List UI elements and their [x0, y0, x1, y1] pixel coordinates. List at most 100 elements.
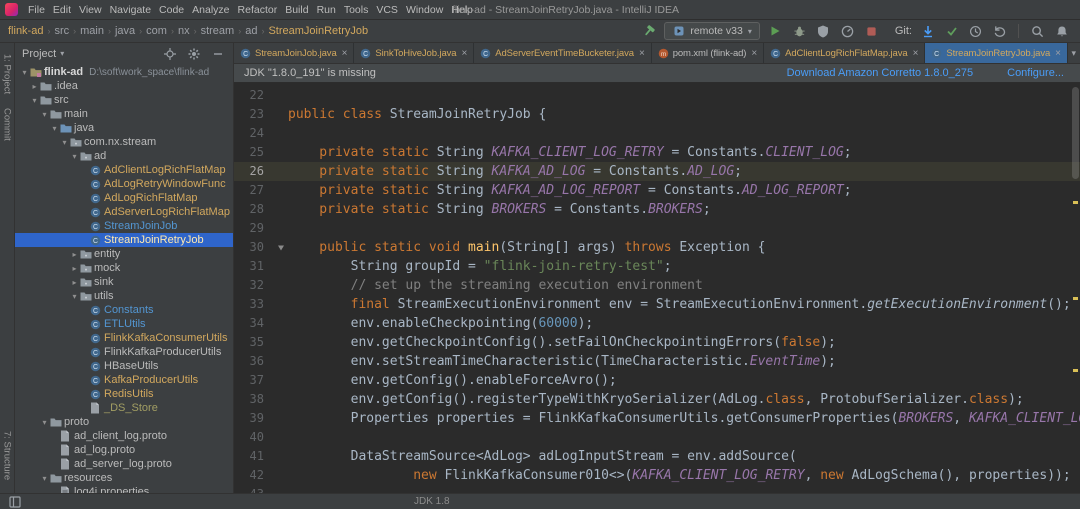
stop-icon[interactable] — [863, 23, 880, 40]
breadcrumb-item[interactable]: nx — [178, 25, 190, 37]
tree-row-hbaseutils[interactable]: C HBaseUtils — [15, 359, 233, 373]
line-number[interactable]: 39 — [234, 409, 274, 428]
tree-row-adserverlogrichflatmap[interactable]: C AdServerLogRichFlatMap — [15, 205, 233, 219]
tree-expanded-arrow-icon[interactable]: ▾ — [49, 124, 60, 133]
tree-row--idea[interactable]: ▸ .idea — [15, 79, 233, 93]
line-number[interactable]: 41 — [234, 447, 274, 466]
tree-row-mock[interactable]: ▸ mock — [15, 261, 233, 275]
line-number[interactable]: 25 — [234, 143, 274, 162]
tree-collapsed-arrow-icon[interactable]: ▸ — [69, 278, 80, 287]
tree-row-log4j-properties[interactable]: log4j.properties — [15, 485, 233, 493]
code-line-38[interactable]: 38 env.getConfig().registerTypeWithKryoS… — [234, 390, 1080, 409]
code-line-40[interactable]: 40 — [234, 428, 1080, 447]
line-number[interactable]: 29 — [234, 219, 274, 238]
breadcrumb-item[interactable]: java — [115, 25, 135, 37]
code-line-23[interactable]: 23 public class StreamJoinRetryJob { — [234, 105, 1080, 124]
tool-button--structure[interactable]: 7: Structure — [2, 431, 13, 480]
project-panel-title[interactable]: Project — [22, 48, 56, 60]
tab-close-icon[interactable]: × — [462, 48, 468, 59]
tree-row-proto[interactable]: ▾ proto — [15, 415, 233, 429]
tree-row-entity[interactable]: ▸ entity — [15, 247, 233, 261]
banner-link-download-amazon-corretto[interactable]: Download Amazon Corretto 1.8.0_275 — [787, 67, 974, 79]
menu-vcs[interactable]: VCS — [372, 4, 402, 16]
notifications-icon[interactable] — [1053, 23, 1070, 40]
menu-edit[interactable]: Edit — [49, 4, 75, 16]
code-line-26[interactable]: 26 private static String KAFKA_AD_LOG = … — [234, 162, 1080, 181]
tree-row-flinkkafkaconsumerutils[interactable]: C FlinkKafkaConsumerUtils — [15, 331, 233, 345]
menu-analyze[interactable]: Analyze — [188, 4, 233, 16]
code-line-24[interactable]: 24 — [234, 124, 1080, 143]
menu-build[interactable]: Build — [281, 4, 312, 16]
coverage-icon[interactable] — [815, 23, 832, 40]
breadcrumb-item[interactable]: flink-ad — [8, 25, 43, 37]
tree-row-ad-client-log-proto[interactable]: ad_client_log.proto — [15, 429, 233, 443]
code-line-31[interactable]: 31 String groupId = "flink-join-retry-te… — [234, 257, 1080, 276]
tree-row-flink-ad[interactable]: ▾ flink-ad D:\soft\work_space\flink-ad — [15, 65, 233, 79]
tree-row-streamjoinretryjob[interactable]: C StreamJoinRetryJob — [15, 233, 233, 247]
code-line-37[interactable]: 37 env.getConfig().enableForceAvro(); — [234, 371, 1080, 390]
line-number[interactable]: 26 — [234, 162, 274, 181]
breadcrumb-item[interactable]: main — [80, 25, 104, 37]
tab-streamjoinjob-java[interactable]: C StreamJoinJob.java × — [234, 43, 355, 63]
tab-adservereventtimebucketer-java[interactable]: C AdServerEventTimeBucketer.java × — [474, 43, 652, 63]
tool-button-commit[interactable]: Commit — [2, 108, 13, 141]
build-hammer-icon[interactable] — [640, 23, 657, 40]
gear-icon[interactable] — [185, 45, 202, 62]
tab-close-icon[interactable]: × — [913, 48, 919, 59]
tab-close-icon[interactable]: × — [342, 48, 348, 59]
tree-row-adlogretrywindowfunc[interactable]: C AdLogRetryWindowFunc — [15, 177, 233, 191]
code-line-35[interactable]: 35 env.getCheckpointConfig().setFailOnCh… — [234, 333, 1080, 352]
code-line-28[interactable]: 28 private static String BROKERS = Const… — [234, 200, 1080, 219]
tab-list-chevron-icon[interactable]: ▾ — [1071, 48, 1076, 59]
tab-pom-xml-flink-ad-[interactable]: m pom.xml (flink-ad) × — [652, 43, 765, 63]
tree-row-redisutils[interactable]: C RedisUtils — [15, 387, 233, 401]
line-number[interactable]: 42 — [234, 466, 274, 485]
line-number[interactable]: 35 — [234, 333, 274, 352]
tree-expanded-arrow-icon[interactable]: ▾ — [69, 292, 80, 301]
profiler-icon[interactable] — [839, 23, 856, 40]
tree-row-src[interactable]: ▾ src — [15, 93, 233, 107]
tab-close-icon[interactable]: × — [1055, 48, 1061, 59]
tree-expanded-arrow-icon[interactable]: ▾ — [59, 138, 70, 147]
tree-row-main[interactable]: ▾ main — [15, 107, 233, 121]
locate-icon[interactable] — [161, 45, 178, 62]
run-icon[interactable] — [767, 23, 784, 40]
line-number[interactable]: 23 — [234, 105, 274, 124]
breadcrumb-item[interactable]: ad — [245, 25, 257, 37]
breadcrumb-item[interactable]: src — [54, 25, 69, 37]
tree-row-constants[interactable]: C Constants — [15, 303, 233, 317]
line-number[interactable]: 38 — [234, 390, 274, 409]
menu-tools[interactable]: Tools — [340, 4, 373, 16]
commit-icon[interactable] — [943, 23, 960, 40]
history-icon[interactable] — [967, 23, 984, 40]
menu-run[interactable]: Run — [313, 4, 340, 16]
line-number[interactable]: 34 — [234, 314, 274, 333]
tree-collapsed-arrow-icon[interactable]: ▸ — [69, 250, 80, 259]
menu-file[interactable]: File — [24, 4, 49, 16]
update-project-icon[interactable] — [919, 23, 936, 40]
line-number[interactable]: 40 — [234, 428, 274, 447]
breadcrumb-item[interactable]: com — [146, 25, 167, 37]
tree-row-com-nx-stream[interactable]: ▾ com.nx.stream — [15, 135, 233, 149]
tree-row-kafkaproducerutils[interactable]: C KafkaProducerUtils — [15, 373, 233, 387]
code-line-30[interactable]: 30 public static void main(String[] args… — [234, 238, 1080, 257]
tree-row--ds-store[interactable]: _DS_Store — [15, 401, 233, 415]
search-everywhere-icon[interactable] — [1029, 23, 1046, 40]
code-line-29[interactable]: 29 — [234, 219, 1080, 238]
menu-window[interactable]: Window — [402, 4, 447, 16]
scrollbar-thumb[interactable] — [1072, 87, 1079, 179]
line-number[interactable]: 24 — [234, 124, 274, 143]
tree-collapsed-arrow-icon[interactable]: ▸ — [29, 82, 40, 91]
tree-expanded-arrow-icon[interactable]: ▾ — [39, 474, 50, 483]
breadcrumb-item[interactable]: StreamJoinRetryJob — [268, 25, 368, 37]
menu-refactor[interactable]: Refactor — [234, 4, 282, 16]
menu-navigate[interactable]: Navigate — [106, 4, 155, 16]
tab-streamjoinretryjob-java[interactable]: C StreamJoinRetryJob.java × — [925, 43, 1068, 63]
tab-adclientlogrichflatmap-java[interactable]: C AdClientLogRichFlatMap.java × — [764, 43, 926, 63]
code-line-22[interactable]: 22 — [234, 86, 1080, 105]
line-number[interactable]: 43 — [234, 485, 274, 493]
hide-icon[interactable] — [209, 45, 226, 62]
tree-row-resources[interactable]: ▾ resources — [15, 471, 233, 485]
tree-row-ad[interactable]: ▾ ad — [15, 149, 233, 163]
line-number[interactable]: 32 — [234, 276, 274, 295]
